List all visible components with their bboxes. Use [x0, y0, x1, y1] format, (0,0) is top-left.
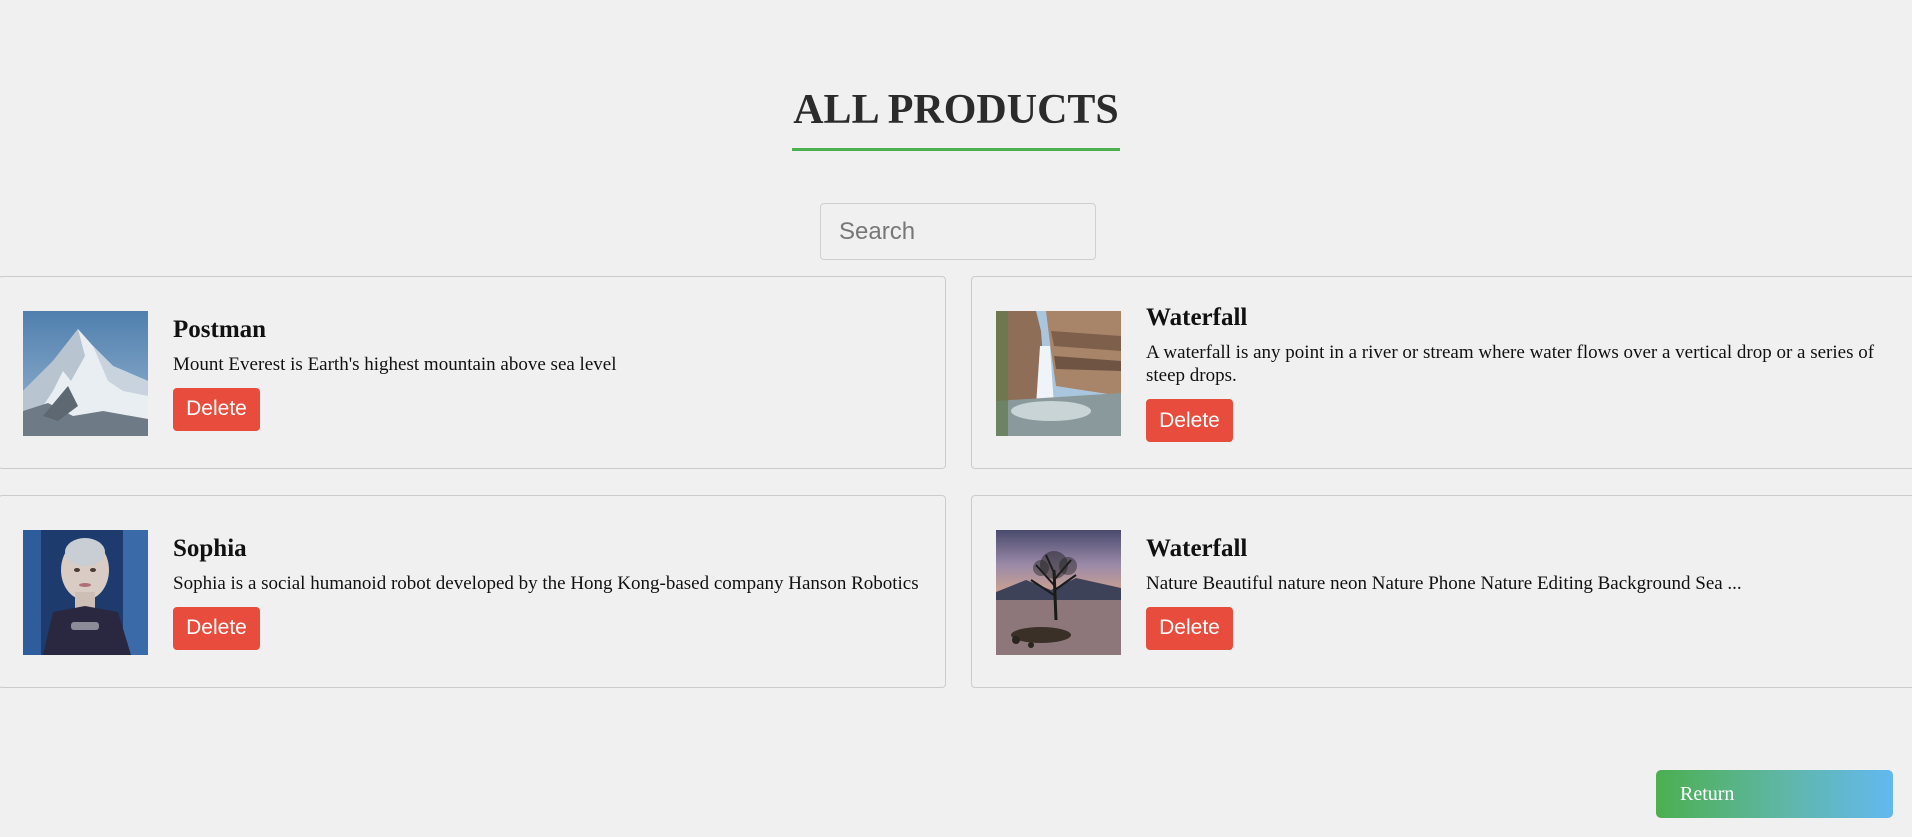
delete-button[interactable]: Delete [173, 387, 260, 431]
delete-button[interactable]: Delete [1146, 399, 1233, 442]
product-description: Nature Beautiful nature neon Nature Phon… [1146, 572, 1742, 594]
page-title: ALL PRODUCTS [792, 84, 1120, 151]
product-body: Postman Mount Everest is Earth's highest… [173, 277, 931, 468]
product-description: Mount Everest is Earth's highest mountai… [173, 353, 617, 375]
product-name: Sophia [173, 534, 247, 562]
product-name: Postman [173, 315, 267, 343]
mountain-photo [23, 311, 148, 436]
product-card-waterfall-2: Waterfall Nature Beautiful nature neon N… [971, 495, 1912, 688]
lake-tree-photo [996, 530, 1121, 655]
product-name: Waterfall [1146, 304, 1248, 331]
product-description: A waterfall is any point in a river or s… [1146, 342, 1875, 386]
product-body: Waterfall Nature Beautiful nature neon N… [1146, 496, 1912, 687]
search-input[interactable] [820, 203, 1096, 260]
product-description: Sophia is a social humanoid robot develo… [173, 572, 919, 594]
product-body: Sophia Sophia is a social humanoid robot… [173, 496, 931, 687]
robot-photo [23, 530, 148, 655]
product-body: Waterfall A waterfall is any point in a … [1146, 277, 1912, 468]
delete-button[interactable]: Delete [173, 606, 260, 650]
delete-button[interactable]: Delete [1146, 606, 1233, 650]
page-title-wrapper: ALL PRODUCTS [0, 84, 1912, 151]
product-card-postman: Postman Mount Everest is Earth's highest… [0, 276, 946, 469]
product-name: Waterfall [1146, 534, 1248, 562]
product-card-waterfall: Waterfall A waterfall is any point in a … [971, 276, 1912, 469]
waterfall-photo [996, 311, 1121, 436]
return-button[interactable]: Return [1656, 770, 1893, 818]
product-card-sophia: Sophia Sophia is a social humanoid robot… [0, 495, 946, 688]
